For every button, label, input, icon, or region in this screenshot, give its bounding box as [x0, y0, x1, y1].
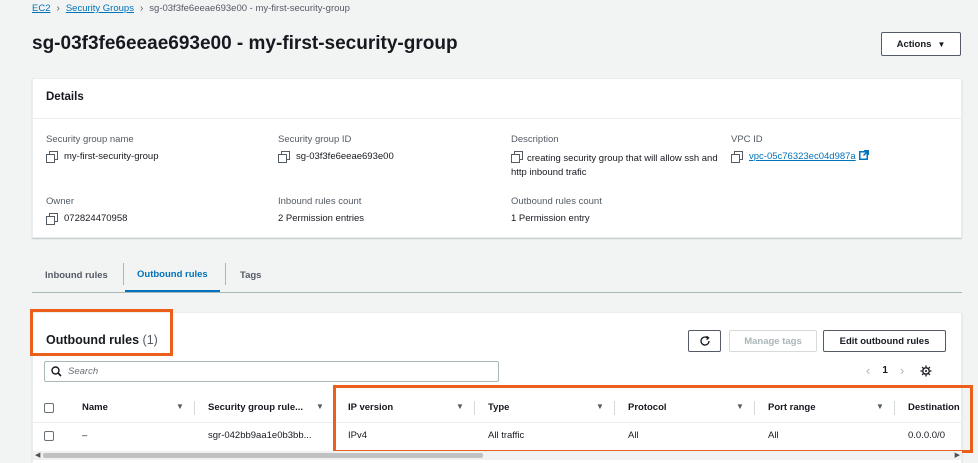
copy-icon[interactable] — [46, 151, 58, 163]
inbound-count-value: 2 Permission entries — [278, 213, 365, 224]
inbound-count-field: Inbound rules count 2 Permission entries — [278, 196, 364, 226]
copy-icon[interactable] — [731, 151, 743, 163]
tab-divider — [225, 263, 226, 285]
scroll-left-icon[interactable]: ◀ — [35, 451, 40, 460]
cell-name: – — [82, 430, 88, 441]
outbound-count-label: Outbound rules count — [511, 196, 602, 207]
inbound-count-label: Inbound rules count — [278, 196, 362, 207]
search-input[interactable] — [68, 366, 468, 377]
sg-id-field: Security group ID sg-03f3fe6eeae693e00 — [278, 134, 394, 164]
refresh-button[interactable] — [688, 330, 721, 352]
breadcrumb-ec2-link[interactable]: EC2 — [32, 3, 50, 14]
copy-icon[interactable] — [46, 213, 58, 225]
tab-inbound-rules[interactable]: Inbound rules — [33, 258, 120, 292]
manage-tags-button[interactable]: Manage tags — [729, 330, 817, 352]
vpc-id-label: VPC ID — [731, 134, 763, 145]
gear-icon[interactable] — [920, 365, 932, 377]
owner-field: Owner 072824470958 — [46, 196, 127, 226]
sg-name-value: my-first-security-group — [64, 151, 159, 162]
outbound-count-value: 1 Permission entry — [511, 213, 590, 224]
edit-outbound-rules-button[interactable]: Edit outbound rules — [823, 330, 946, 352]
tab-outbound-rules[interactable]: Outbound rules — [125, 258, 220, 292]
caret-down-icon: ▼ — [937, 39, 946, 49]
sg-id-label: Security group ID — [278, 134, 352, 145]
vpc-id-field: VPC ID vpc-05c76323ec04d987a — [731, 134, 870, 164]
tab-divider — [123, 263, 124, 285]
search-box — [44, 361, 499, 382]
vpc-id-link[interactable]: vpc-05c76323ec04d987a — [749, 151, 856, 162]
highlight-box-title — [30, 309, 173, 356]
chevron-right-icon: › — [56, 3, 60, 14]
sg-name-label: Security group name — [46, 134, 134, 145]
sg-name-field: Security group name my-first-security-gr… — [46, 134, 159, 164]
scrollbar-thumb[interactable] — [43, 453, 483, 458]
tab-bar: Inbound rules Outbound rules Tags — [32, 258, 962, 293]
highlight-box-columns — [333, 385, 973, 453]
breadcrumb-security-groups-link[interactable]: Security Groups — [66, 3, 134, 14]
scroll-right-icon[interactable]: ▶ — [955, 451, 960, 460]
actions-label: Actions — [896, 38, 932, 50]
refresh-icon — [699, 335, 710, 346]
owner-label: Owner — [46, 196, 74, 207]
column-header-rule-id[interactable]: Security group rule... — [208, 392, 303, 423]
sort-caret-icon[interactable]: ▼ — [176, 402, 184, 411]
sort-caret-icon[interactable]: ▼ — [316, 402, 324, 411]
chevron-right-icon: › — [139, 3, 144, 14]
copy-icon[interactable] — [278, 151, 290, 163]
actions-button[interactable]: Actions ▼ — [881, 32, 961, 56]
sg-id-value: sg-03f3fe6eeae693e00 — [296, 151, 394, 162]
pagination: ‹ 1 › — [866, 363, 932, 378]
page-number[interactable]: 1 — [882, 365, 888, 376]
tab-tags[interactable]: Tags — [228, 258, 273, 292]
column-header-name[interactable]: Name — [82, 392, 108, 423]
owner-value: 072824470958 — [64, 213, 128, 224]
chevron-left-icon[interactable]: ‹ — [866, 363, 870, 378]
search-icon — [51, 366, 62, 377]
horizontal-scrollbar[interactable]: ◀ ▶ — [33, 451, 962, 460]
page-title: sg-03f3fe6eeae693e00 - my-first-security… — [32, 33, 458, 54]
details-panel: Details Security group name my-first-sec… — [32, 78, 962, 238]
copy-icon[interactable] — [511, 151, 523, 163]
description-label: Description — [511, 134, 559, 145]
external-link-icon[interactable] — [859, 150, 870, 160]
description-value: creating security group that will allow … — [511, 153, 718, 178]
breadcrumb-current: sg-03f3fe6eeae693e00 - my-first-security… — [149, 3, 350, 14]
column-divider[interactable] — [194, 401, 195, 415]
select-all-checkbox[interactable] — [44, 403, 54, 413]
cell-rule-id: sgr-042bb9aa1e0b3bb... — [208, 430, 312, 441]
breadcrumb: EC2 › Security Groups › sg-03f3fe6eeae69… — [32, 3, 350, 14]
outbound-count-field: Outbound rules count 1 Permission entry — [511, 196, 602, 226]
chevron-right-icon[interactable]: › — [900, 363, 904, 378]
details-heading: Details — [33, 79, 961, 119]
row-checkbox[interactable] — [44, 431, 54, 441]
description-field: Description creating security group that… — [511, 134, 721, 180]
